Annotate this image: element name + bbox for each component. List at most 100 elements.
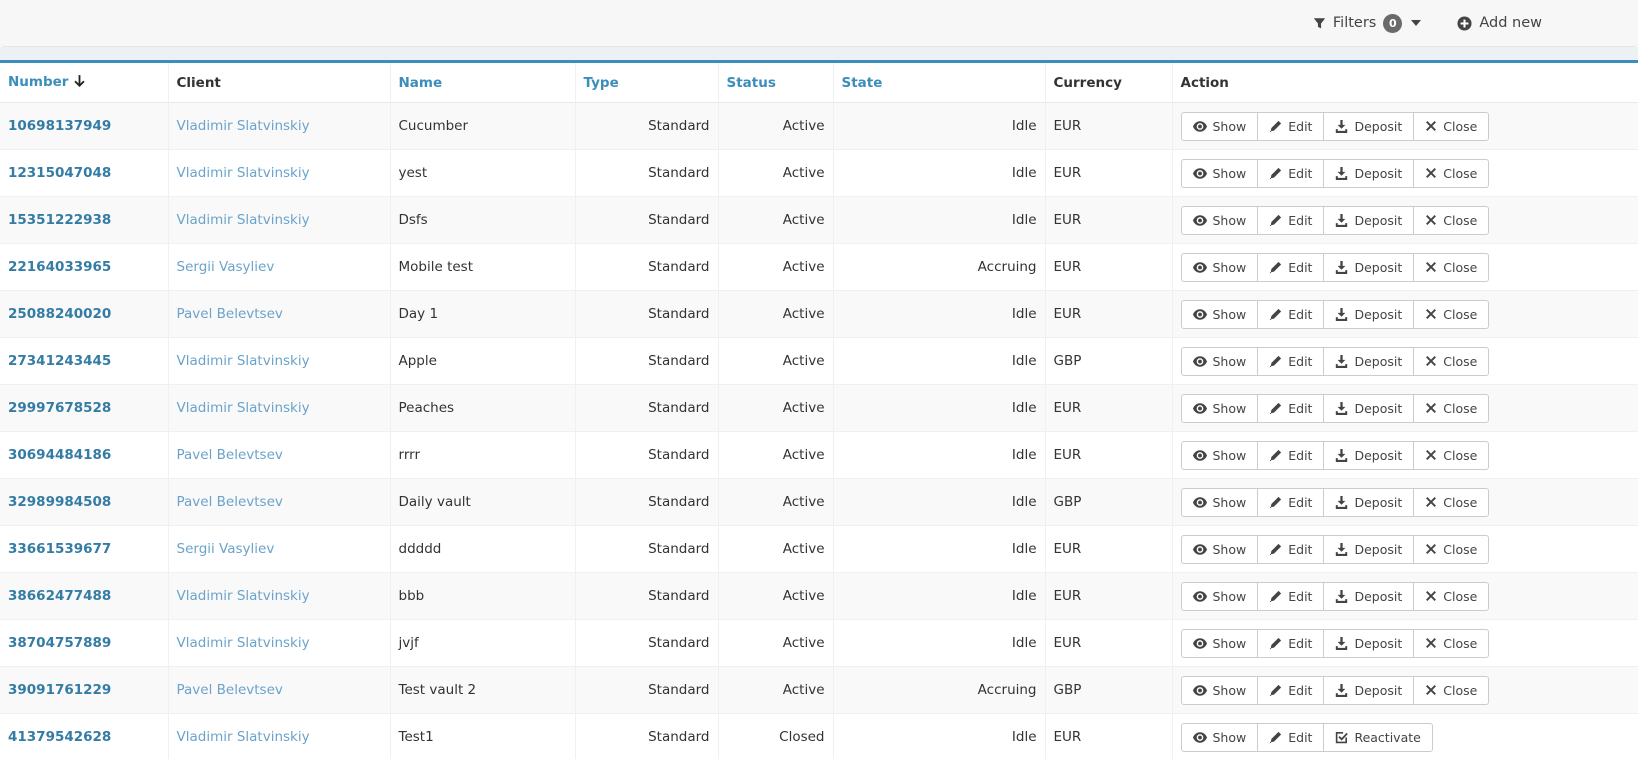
client-link[interactable]: Vladimir Slatvinskiy <box>177 118 310 134</box>
filters-count-badge: 0 <box>1383 14 1402 33</box>
vault-number-link[interactable]: 29997678528 <box>8 400 111 416</box>
action-button-label: Close <box>1443 636 1477 651</box>
edit-button[interactable]: Edit <box>1257 535 1324 564</box>
close-button[interactable]: Close <box>1413 582 1489 611</box>
client-link[interactable]: Sergii Vasyliev <box>177 259 275 275</box>
deposit-button[interactable]: Deposit <box>1323 676 1414 705</box>
deposit-button[interactable]: Deposit <box>1323 206 1414 235</box>
client-link[interactable]: Vladimir Slatvinskiy <box>177 165 310 181</box>
close-button[interactable]: Close <box>1413 112 1489 141</box>
close-button[interactable]: Close <box>1413 300 1489 329</box>
show-button[interactable]: Show <box>1181 394 1259 423</box>
edit-button[interactable]: Edit <box>1257 629 1324 658</box>
deposit-button[interactable]: Deposit <box>1323 488 1414 517</box>
close-button[interactable]: Close <box>1413 159 1489 188</box>
vault-number-link[interactable]: 33661539677 <box>8 541 111 557</box>
table-row: 30694484186 Pavel Belevtsev rrrr Standar… <box>0 432 1638 479</box>
deposit-button[interactable]: Deposit <box>1323 629 1414 658</box>
deposit-button[interactable]: Deposit <box>1323 347 1414 376</box>
edit-button[interactable]: Edit <box>1257 206 1324 235</box>
deposit-button[interactable]: Deposit <box>1323 394 1414 423</box>
close-button[interactable]: Close <box>1413 253 1489 282</box>
show-button[interactable]: Show <box>1181 300 1259 329</box>
client-link[interactable]: Pavel Belevtsev <box>177 447 283 463</box>
column-header-currency: Currency <box>1045 62 1172 103</box>
deposit-button[interactable]: Deposit <box>1323 582 1414 611</box>
filters-dropdown[interactable]: Filters 0 <box>1313 14 1421 33</box>
vault-number-link[interactable]: 30694484186 <box>8 447 111 463</box>
client-link[interactable]: Vladimir Slatvinskiy <box>177 400 310 416</box>
close-button[interactable]: Close <box>1413 441 1489 470</box>
deposit-button[interactable]: Deposit <box>1323 112 1414 141</box>
client-link[interactable]: Vladimir Slatvinskiy <box>177 212 310 228</box>
deposit-button[interactable]: Deposit <box>1323 253 1414 282</box>
close-button[interactable]: Close <box>1413 488 1489 517</box>
deposit-button[interactable]: Deposit <box>1323 159 1414 188</box>
close-button[interactable]: Close <box>1413 535 1489 564</box>
show-button[interactable]: Show <box>1181 112 1259 141</box>
client-link[interactable]: Vladimir Slatvinskiy <box>177 729 310 745</box>
edit-button[interactable]: Edit <box>1257 582 1324 611</box>
client-link[interactable]: Vladimir Slatvinskiy <box>177 588 310 604</box>
show-button[interactable]: Show <box>1181 441 1259 470</box>
column-header-state[interactable]: State <box>833 62 1045 103</box>
client-link[interactable]: Sergii Vasyliev <box>177 541 275 557</box>
close-button[interactable]: Close <box>1413 676 1489 705</box>
edit-button[interactable]: Edit <box>1257 723 1324 752</box>
vault-number-link[interactable]: 25088240020 <box>8 306 111 322</box>
deposit-button[interactable]: Deposit <box>1323 300 1414 329</box>
edit-button[interactable]: Edit <box>1257 159 1324 188</box>
vault-number-link[interactable]: 27341243445 <box>8 353 111 369</box>
vault-number-link[interactable]: 15351222938 <box>8 212 111 228</box>
show-button[interactable]: Show <box>1181 629 1259 658</box>
column-header-name[interactable]: Name <box>390 62 575 103</box>
action-button-label: Show <box>1213 307 1247 322</box>
client-link[interactable]: Pavel Belevtsev <box>177 306 283 322</box>
edit-button[interactable]: Edit <box>1257 394 1324 423</box>
show-button[interactable]: Show <box>1181 206 1259 235</box>
close-button[interactable]: Close <box>1413 206 1489 235</box>
action-button-label: Show <box>1213 260 1247 275</box>
column-header-number[interactable]: Number <box>0 62 168 103</box>
edit-button[interactable]: Edit <box>1257 347 1324 376</box>
close-button[interactable]: Close <box>1413 394 1489 423</box>
edit-button[interactable]: Edit <box>1257 300 1324 329</box>
close-button[interactable]: Close <box>1413 629 1489 658</box>
column-header-type[interactable]: Type <box>575 62 718 103</box>
vault-state-cell: Idle <box>833 526 1045 573</box>
vault-number-link[interactable]: 12315047048 <box>8 165 111 181</box>
deposit-button[interactable]: Deposit <box>1323 441 1414 470</box>
vault-number-link[interactable]: 22164033965 <box>8 259 111 275</box>
client-link[interactable]: Vladimir Slatvinskiy <box>177 635 310 651</box>
show-button[interactable]: Show <box>1181 676 1259 705</box>
add-new-button[interactable]: Add new <box>1457 15 1542 31</box>
edit-button[interactable]: Edit <box>1257 253 1324 282</box>
vault-number-link[interactable]: 10698137949 <box>8 118 111 134</box>
action-button-group: ShowEditDepositClose <box>1181 582 1490 611</box>
edit-button[interactable]: Edit <box>1257 676 1324 705</box>
edit-button[interactable]: Edit <box>1257 441 1324 470</box>
client-link[interactable]: Pavel Belevtsev <box>177 682 283 698</box>
vault-number-link[interactable]: 38704757889 <box>8 635 111 651</box>
action-button-label: Deposit <box>1354 542 1402 557</box>
vault-number-link[interactable]: 32989984508 <box>8 494 111 510</box>
vault-number-link[interactable]: 41379542628 <box>8 729 111 745</box>
show-button[interactable]: Show <box>1181 347 1259 376</box>
show-button[interactable]: Show <box>1181 535 1259 564</box>
edit-button[interactable]: Edit <box>1257 112 1324 141</box>
show-button[interactable]: Show <box>1181 488 1259 517</box>
edit-button[interactable]: Edit <box>1257 488 1324 517</box>
client-link[interactable]: Pavel Belevtsev <box>177 494 283 510</box>
vault-number-link[interactable]: 39091761229 <box>8 682 111 698</box>
reactivate-button[interactable]: Reactivate <box>1323 723 1432 752</box>
deposit-button[interactable]: Deposit <box>1323 535 1414 564</box>
column-header-status[interactable]: Status <box>718 62 833 103</box>
show-button[interactable]: Show <box>1181 582 1259 611</box>
show-button[interactable]: Show <box>1181 723 1259 752</box>
show-button[interactable]: Show <box>1181 253 1259 282</box>
client-link[interactable]: Vladimir Slatvinskiy <box>177 353 310 369</box>
vault-number-link[interactable]: 38662477488 <box>8 588 111 604</box>
show-button[interactable]: Show <box>1181 159 1259 188</box>
vault-name-cell: Dsfs <box>390 197 575 244</box>
close-button[interactable]: Close <box>1413 347 1489 376</box>
